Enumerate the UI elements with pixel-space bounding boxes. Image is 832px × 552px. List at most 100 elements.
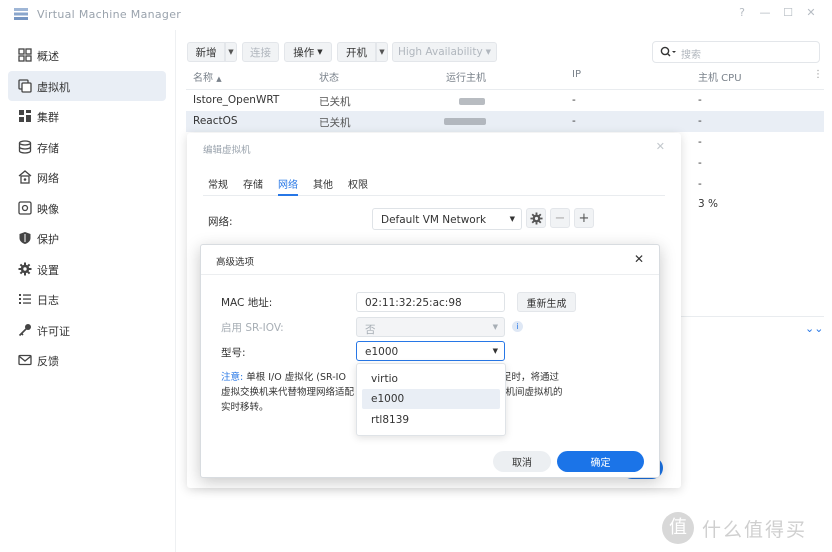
new-dropdown-button[interactable]: ▼	[225, 42, 237, 62]
ok-button[interactable]: 确定	[557, 451, 644, 472]
model-option-rtl8139[interactable]: rtl8139	[362, 410, 500, 430]
close-icon[interactable]: ✕	[803, 6, 819, 19]
sidebar-item-label: 虚拟机	[37, 81, 70, 94]
key-icon	[18, 324, 31, 337]
sidebar-item-label: 存储	[37, 142, 59, 155]
column-header-cpu[interactable]: 主机 CPU	[698, 69, 742, 89]
gear-icon	[529, 211, 543, 225]
table-row[interactable]: ReactOS 已关机 - -	[186, 111, 824, 132]
tab-general[interactable]: 常规	[208, 176, 228, 191]
connect-button[interactable]: 连接	[242, 42, 279, 62]
log-icon	[19, 294, 31, 304]
action-button[interactable]: 操作 ▼	[284, 42, 332, 62]
close-icon[interactable]: ✕	[656, 140, 665, 153]
cluster-icon	[19, 110, 31, 122]
power-on-button[interactable]: 开机	[337, 42, 376, 62]
vm-cpu: -	[698, 178, 702, 190]
search-icon	[660, 46, 676, 57]
sidebar-item-protection[interactable]: 保护	[8, 223, 166, 253]
vm-status: 已关机	[319, 117, 351, 129]
note-line: 单根 I/O 虚拟化 (SR-IO	[246, 372, 346, 383]
chevron-down-icon: ▼	[492, 347, 498, 355]
mac-address-field[interactable]: 02:11:32:25:ac:98	[356, 292, 505, 312]
sidebar-item-cluster[interactable]: 集群	[8, 101, 166, 131]
tab-permissions[interactable]: 权限	[348, 176, 368, 191]
info-icon[interactable]: i	[512, 321, 523, 332]
column-header-name[interactable]: 名称 ▲	[193, 69, 222, 89]
sidebar-item-label: 反馈	[37, 355, 59, 368]
sriov-select[interactable]: 否 ▼	[356, 317, 505, 337]
maximize-icon[interactable]: ☐	[780, 6, 796, 19]
new-button[interactable]: 新增	[187, 42, 225, 62]
title-bar: Virtual Machine Manager ? — ☐ ✕	[0, 0, 832, 30]
vm-cpu: -	[698, 157, 702, 169]
advanced-options-title: 高级选项	[216, 257, 255, 268]
search-input[interactable]: 搜索	[681, 46, 701, 61]
model-select[interactable]: e1000 ▼	[356, 341, 505, 361]
sidebar-item-overview[interactable]: 概述	[8, 40, 166, 70]
active-tab-indicator	[278, 194, 298, 196]
ha-button-label: High Availability	[397, 46, 483, 58]
tab-network[interactable]: 网络	[278, 176, 298, 191]
model-option-e1000[interactable]: e1000	[362, 389, 500, 409]
network-settings-button[interactable]	[526, 208, 546, 228]
sriov-label: 启用 SR-IOV:	[221, 322, 284, 334]
sidebar-item-feedback[interactable]: 反馈	[8, 345, 166, 375]
tab-other[interactable]: 其他	[313, 176, 333, 191]
mac-address-value: 02:11:32:25:ac:98	[365, 297, 462, 309]
sidebar-item-storage[interactable]: 存储	[8, 132, 166, 162]
sidebar-item-vm[interactable]: 虚拟机	[8, 71, 166, 101]
help-icon[interactable]: ?	[734, 6, 750, 19]
remove-network-button[interactable]: −	[550, 208, 570, 228]
power-dropdown-button[interactable]: ▼	[376, 42, 388, 62]
overview-icon	[18, 48, 32, 62]
host-redacted	[444, 118, 486, 125]
sidebar-item-label: 网络	[37, 172, 59, 185]
note-line: 虚拟交换机来代替物理网络适配	[221, 387, 355, 398]
add-network-button[interactable]: +	[574, 208, 594, 228]
sidebar-item-settings[interactable]: 设置	[8, 254, 166, 284]
watermark-badge: 值	[662, 512, 694, 544]
vm-status: 已关机	[319, 96, 351, 108]
shield-icon	[19, 232, 31, 244]
sidebar-item-log[interactable]: 日志	[8, 284, 166, 314]
watermark-text: 什么值得买	[702, 518, 808, 541]
close-icon[interactable]: ✕	[634, 252, 644, 266]
vm-cpu: -	[698, 136, 702, 148]
vm-icon	[18, 79, 32, 93]
column-menu-icon[interactable]: ⋮	[813, 69, 823, 89]
column-header-status[interactable]: 状态	[319, 69, 339, 89]
detail-panel-divider	[681, 316, 824, 317]
cancel-button[interactable]: 取消	[493, 451, 551, 472]
model-option-virtio[interactable]: virtio	[362, 369, 500, 389]
vm-cpu: -	[698, 115, 702, 127]
ha-button[interactable]: High Availability ▼	[392, 42, 497, 62]
vm-ip: -	[572, 94, 576, 106]
chevron-down-icon: ▼	[492, 323, 498, 331]
model-label: 型号:	[221, 347, 246, 359]
vm-name: ReactOS	[193, 115, 238, 127]
vm-name: Istore_OpenWRT	[193, 94, 280, 106]
table-row[interactable]: Istore_OpenWRT 已关机 - -	[186, 90, 824, 111]
app-logo-icon	[14, 8, 28, 20]
network-icon	[18, 170, 32, 184]
model-dropdown-list: virtio e1000 rtl8139	[356, 363, 506, 436]
search-field[interactable]: 搜索	[652, 41, 820, 63]
mail-icon	[18, 354, 32, 366]
note-key: 注意:	[221, 372, 244, 383]
network-label: 网络:	[208, 216, 233, 228]
regenerate-button[interactable]: 重新生成	[517, 292, 576, 312]
column-header-host[interactable]: 运行主机	[446, 69, 486, 89]
expand-chevron-icon[interactable]: ⌄⌄	[805, 322, 823, 335]
sidebar-item-image[interactable]: 映像	[8, 193, 166, 223]
sidebar-item-label: 概述	[37, 50, 59, 63]
tab-divider	[203, 195, 665, 196]
network-select[interactable]: Default VM Network ▼	[372, 208, 522, 230]
sidebar-item-label: 日志	[37, 294, 59, 307]
tab-storage[interactable]: 存储	[243, 176, 263, 191]
column-header-ip[interactable]: IP	[572, 69, 581, 89]
minimize-icon[interactable]: —	[757, 6, 773, 19]
sidebar-item-network[interactable]: 网络	[8, 162, 166, 192]
sidebar: 概述 虚拟机 集群 存储 网络 映像 保护 设置 日志 许可证 反馈	[0, 30, 176, 552]
sidebar-item-license[interactable]: 许可证	[8, 315, 166, 345]
